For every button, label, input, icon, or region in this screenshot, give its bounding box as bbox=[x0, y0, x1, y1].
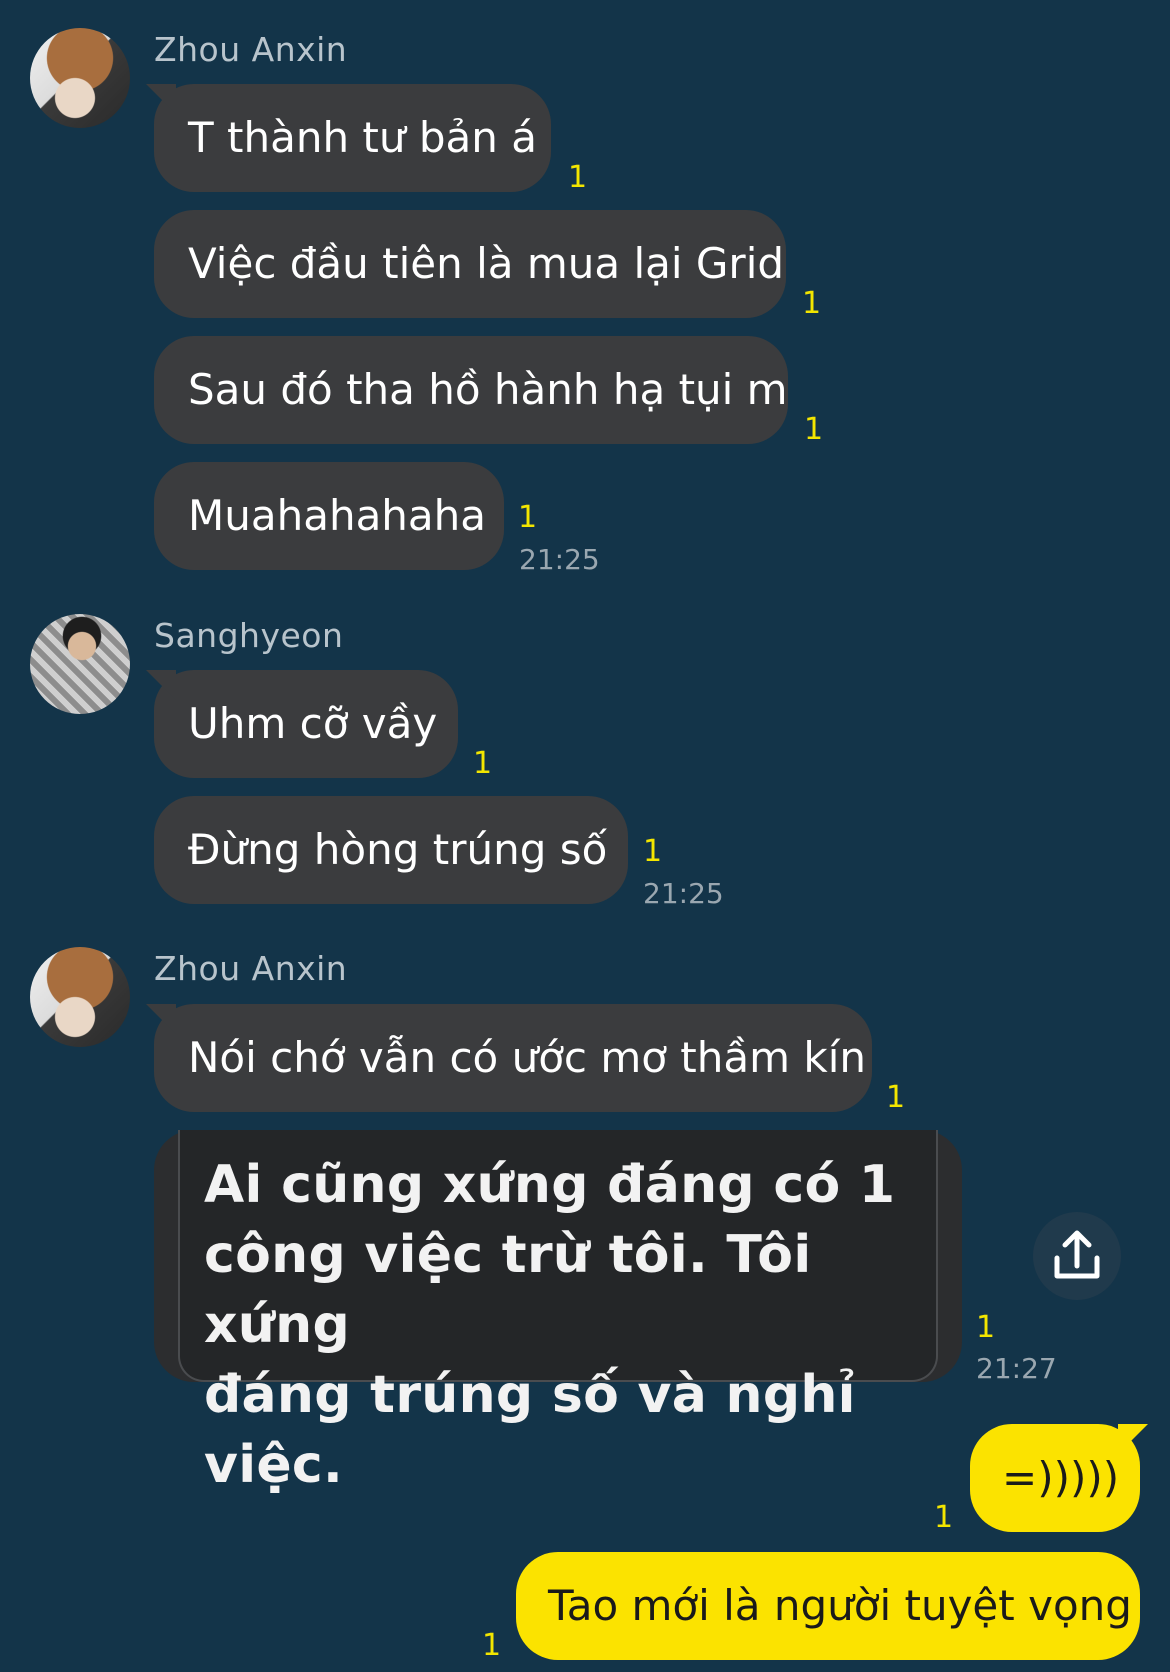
avatar-sanghyeon[interactable] bbox=[30, 614, 130, 714]
unread-count: 1 bbox=[568, 160, 588, 195]
quoted-text-card: Ai cũng xứng đáng có 1 công việc trừ tôi… bbox=[178, 1130, 938, 1495]
unread-count: 1 bbox=[518, 500, 538, 535]
sender-name: Sanghyeon bbox=[154, 616, 344, 655]
avatar-zhou-anxin[interactable] bbox=[30, 947, 130, 1047]
timestamp: 21:25 bbox=[519, 543, 600, 576]
quote-line: Ai cũng xứng đáng có 1 bbox=[204, 1155, 896, 1215]
message-text: Nói chớ vẫn có ước mơ thầm kín bbox=[188, 1033, 867, 1082]
my-message-bubble[interactable]: =))))) bbox=[970, 1424, 1140, 1532]
share-button[interactable] bbox=[1033, 1212, 1121, 1300]
timestamp: 21:27 bbox=[976, 1352, 1057, 1385]
message-text: =))))) bbox=[1002, 1453, 1120, 1502]
unread-count: 1 bbox=[934, 1500, 954, 1535]
unread-count: 1 bbox=[886, 1080, 906, 1115]
quote-line: đáng trúng số và nghỉ việc. bbox=[204, 1365, 856, 1495]
share-upload-icon bbox=[1054, 1230, 1100, 1279]
timestamp: 21:25 bbox=[643, 877, 724, 910]
message-bubble[interactable]: Đừng hòng trúng số bbox=[154, 796, 628, 904]
message-text: Đừng hòng trúng số bbox=[188, 825, 608, 874]
message-bubble[interactable]: Nói chớ vẫn có ước mơ thầm kín bbox=[154, 1004, 872, 1112]
quote-line: công việc trừ tôi. Tôi xứng bbox=[204, 1225, 812, 1355]
avatar-zhou-anxin[interactable] bbox=[30, 28, 130, 128]
message-bubble[interactable]: Uhm cỡ vầy bbox=[154, 670, 458, 778]
unread-count: 1 bbox=[482, 1628, 502, 1663]
unread-count: 1 bbox=[473, 746, 493, 781]
sender-name: Zhou Anxin bbox=[154, 949, 348, 988]
my-message-bubble[interactable]: Tao mới là người tuyệt vọng bbox=[516, 1552, 1140, 1660]
message-bubble[interactable]: T thành tư bản á bbox=[154, 84, 551, 192]
message-text: Việc đầu tiên là mua lại Grid bbox=[188, 239, 785, 288]
message-bubble[interactable]: Việc đầu tiên là mua lại Grid bbox=[154, 210, 786, 318]
sender-name: Zhou Anxin bbox=[154, 30, 348, 69]
unread-count: 1 bbox=[976, 1310, 996, 1345]
unread-count: 1 bbox=[804, 412, 824, 447]
message-text: Sau đó tha hồ hành hạ tụi m bbox=[188, 365, 788, 414]
message-bubble[interactable]: Sau đó tha hồ hành hạ tụi m bbox=[154, 336, 788, 444]
message-bubble[interactable]: Muahahahaha bbox=[154, 462, 504, 570]
quoted-image-message[interactable]: Ai cũng xứng đáng có 1 công việc trừ tôi… bbox=[154, 1130, 962, 1495]
message-text: T thành tư bản á bbox=[188, 113, 537, 162]
unread-count: 1 bbox=[802, 286, 822, 321]
unread-count: 1 bbox=[643, 834, 663, 869]
message-text: Uhm cỡ vầy bbox=[188, 699, 438, 748]
message-text: Muahahahaha bbox=[188, 491, 487, 540]
message-text: Tao mới là người tuyệt vọng bbox=[548, 1581, 1132, 1630]
